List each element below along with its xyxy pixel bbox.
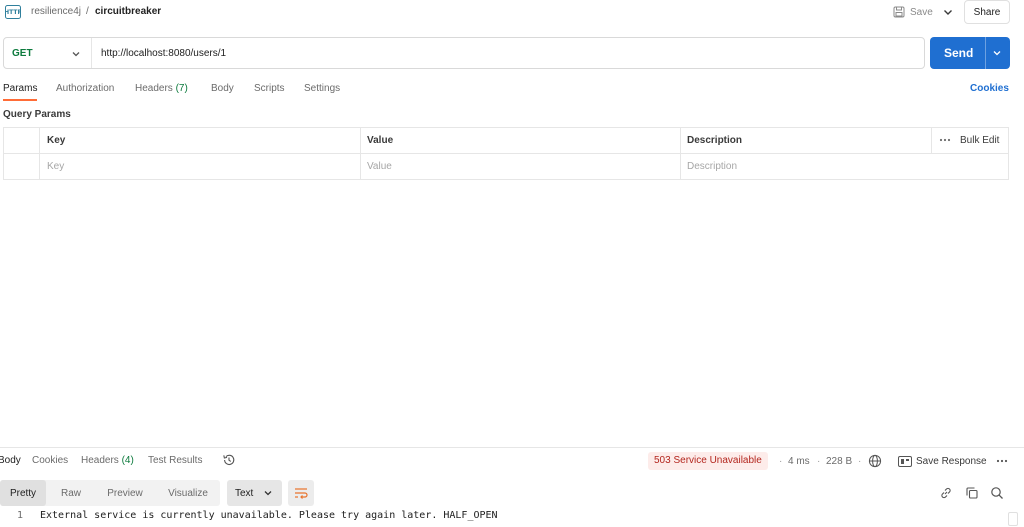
column-header: Description: [687, 135, 743, 146]
format-pretty-button[interactable]: Pretty: [0, 480, 46, 506]
tab-authorization[interactable]: Authorization: [56, 83, 114, 94]
method-select[interactable]: GET: [12, 48, 33, 59]
response-tab-headers[interactable]: Headers (4): [81, 455, 134, 466]
breadcrumb-workspace[interactable]: resilience4j: [31, 6, 81, 17]
format-segmented-control: Pretty Raw Preview Visualize: [0, 480, 220, 506]
tab-scripts[interactable]: Scripts: [254, 83, 285, 94]
copy-icon[interactable]: [965, 486, 979, 500]
response-time[interactable]: 4 ms: [788, 456, 810, 467]
chevron-down-icon: [264, 491, 272, 496]
send-button[interactable]: Send: [930, 37, 1010, 69]
query-params-title: Query Params: [3, 109, 71, 120]
more-icon[interactable]: [939, 135, 951, 145]
save-response-button[interactable]: Save Response: [916, 456, 987, 467]
key-placeholder: Key: [47, 161, 65, 172]
column-value: Value: [360, 128, 680, 154]
bulk-edit-button[interactable]: Bulk Edit: [960, 135, 999, 146]
active-tab-indicator: [3, 99, 37, 101]
response-tab-test-results[interactable]: Test Results: [148, 455, 202, 466]
link-icon[interactable]: [939, 486, 953, 500]
response-size[interactable]: 228 B: [826, 456, 852, 467]
response-tab-body[interactable]: Body: [0, 455, 21, 466]
language-select[interactable]: Text: [227, 480, 282, 506]
headers-count-badge: (7): [175, 83, 188, 94]
scrollbar-thumb[interactable]: [1008, 512, 1018, 526]
divider: [985, 37, 986, 69]
tab-params[interactable]: Params: [3, 83, 37, 94]
search-icon[interactable]: [990, 486, 1004, 500]
table-row: Key Value Description: [4, 154, 1008, 180]
format-preview-button[interactable]: Preview: [96, 480, 154, 506]
line-number: 1: [17, 510, 24, 521]
chevron-down-icon[interactable]: [991, 47, 1003, 59]
language-select-value: Text: [235, 488, 254, 499]
value-placeholder: Value: [367, 161, 392, 172]
column-description: Description: [680, 128, 931, 154]
wrap-lines-icon: [295, 488, 308, 499]
column-key: Key: [39, 128, 360, 154]
response-headers-count: (4): [121, 455, 134, 466]
response-divider: [0, 447, 1024, 448]
wrap-lines-button[interactable]: [288, 480, 314, 506]
send-label: Send: [944, 46, 974, 60]
http-icon: HTTP: [5, 5, 21, 19]
description-placeholder: Description: [687, 161, 738, 172]
svg-text:HTTP: HTTP: [5, 9, 21, 16]
response-tab-headers-label: Headers: [81, 455, 119, 466]
separator-dot: ·: [858, 456, 862, 467]
request-url-bar: GET http://localhost:8080/users/1: [3, 37, 925, 69]
globe-icon[interactable]: [868, 454, 882, 468]
params-table: Key Value Description Bulk Edit Key Valu…: [3, 127, 1009, 180]
breadcrumb-request-name[interactable]: circuitbreaker: [95, 6, 161, 17]
save-response-icon: [898, 456, 912, 467]
cookies-link[interactable]: Cookies: [970, 83, 1009, 94]
response-body-line: 1 External service is currently unavaila…: [0, 510, 1024, 524]
format-raw-button[interactable]: Raw: [48, 480, 94, 506]
status-badge[interactable]: 503 Service Unavailable: [648, 452, 768, 470]
more-icon[interactable]: [996, 456, 1008, 466]
url-input[interactable]: http://localhost:8080/users/1: [101, 48, 226, 59]
save-button[interactable]: Save: [889, 2, 937, 22]
save-icon: [893, 6, 905, 18]
chevron-down-icon[interactable]: [70, 48, 82, 60]
value-input[interactable]: Value: [360, 154, 680, 180]
breadcrumb-separator: /: [86, 6, 89, 17]
divider: [91, 38, 92, 68]
format-visualize-button[interactable]: Visualize: [156, 480, 220, 506]
header-bar: HTTP resilience4j / circuitbreaker Save …: [0, 0, 1024, 26]
key-input[interactable]: Key: [39, 154, 360, 180]
response-tab-cookies[interactable]: Cookies: [32, 455, 68, 466]
chevron-down-icon[interactable]: [940, 4, 956, 20]
separator-dot: ·: [817, 456, 821, 467]
column-header: Key: [47, 135, 66, 146]
tab-headers-label: Headers: [135, 83, 173, 94]
separator-dot: ·: [779, 456, 783, 467]
description-input[interactable]: Description: [680, 154, 1008, 180]
share-button[interactable]: Share: [964, 0, 1010, 24]
history-icon[interactable]: [222, 453, 236, 467]
table-header-row: Key Value Description Bulk Edit: [4, 128, 1008, 154]
response-body-text[interactable]: External service is currently unavailabl…: [40, 510, 498, 521]
tab-body[interactable]: Body: [211, 83, 234, 94]
tab-headers[interactable]: Headers (7): [135, 83, 188, 94]
tab-settings[interactable]: Settings: [304, 83, 340, 94]
column-header: Value: [367, 135, 394, 146]
save-label: Save: [910, 6, 933, 18]
